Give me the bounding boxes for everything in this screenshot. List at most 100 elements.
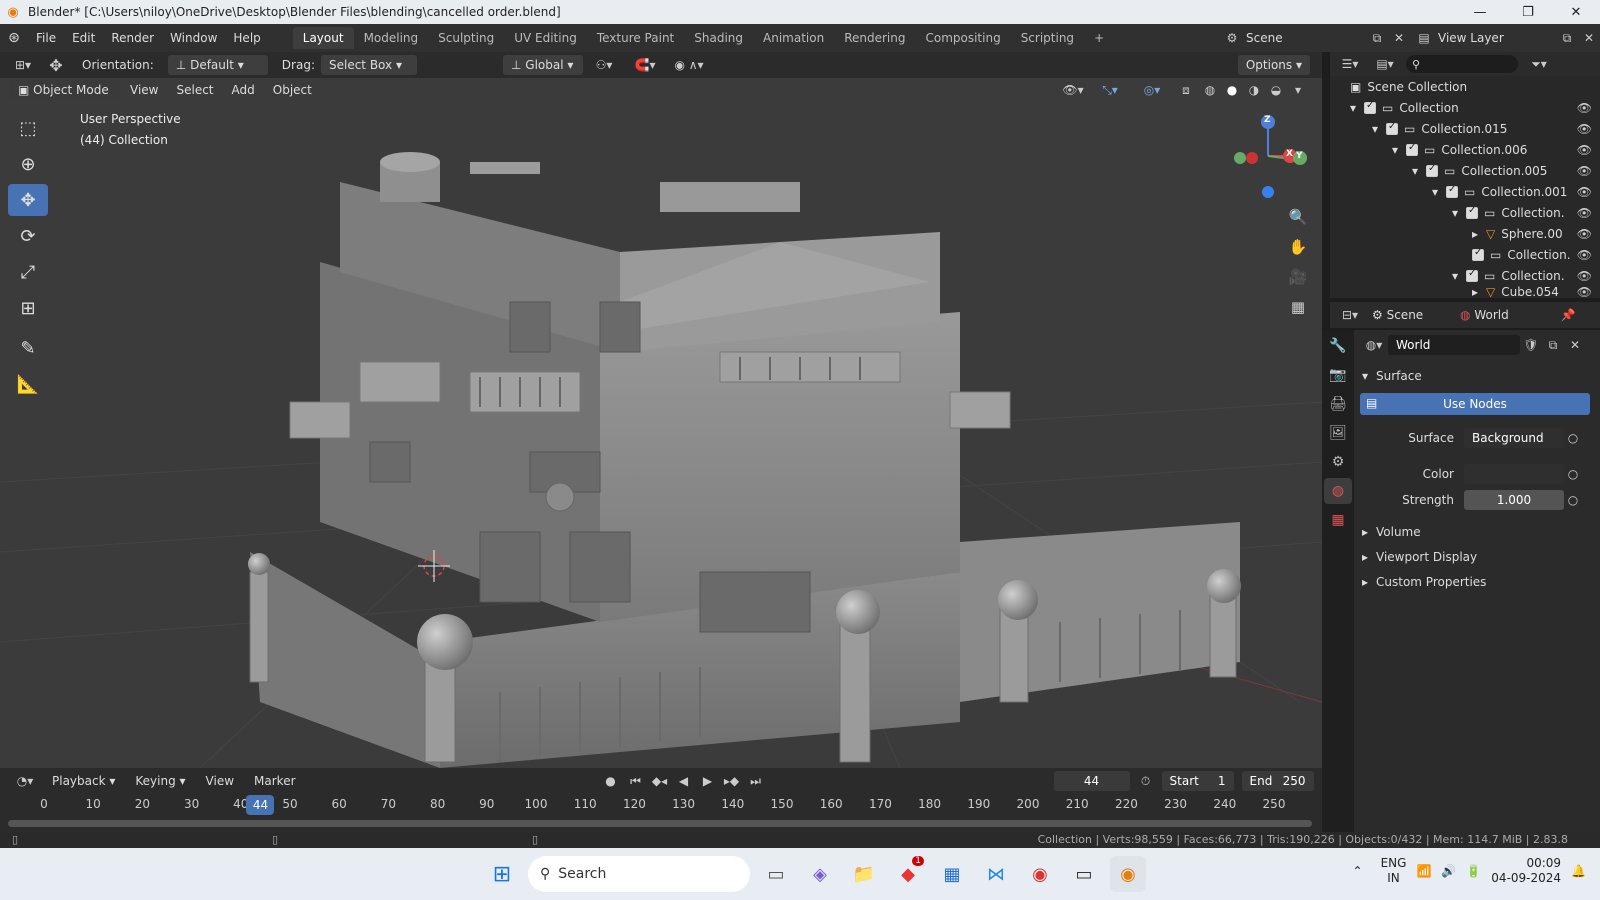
checkbox-icon[interactable] bbox=[1386, 121, 1398, 135]
prev-keyframe-icon[interactable]: ◆◂ bbox=[650, 774, 670, 788]
surface-link-icon[interactable]: ○ bbox=[1564, 431, 1582, 445]
transform-orientation-dropdown[interactable]: ⊥ Global ▾ bbox=[502, 55, 583, 75]
outliner-row[interactable]: ▸ ▽ Sphere.00 👁 bbox=[1330, 223, 1600, 244]
playback-menu[interactable]: Playback ▾ bbox=[44, 767, 123, 795]
filter-icon[interactable]: ⏷▾ bbox=[1524, 57, 1554, 72]
outliner-row[interactable]: ▾▭Collection.006👁 bbox=[1330, 139, 1600, 160]
viewport-menu-object[interactable]: Object bbox=[265, 78, 320, 102]
cursor-tool[interactable]: ⊕ bbox=[8, 148, 48, 180]
next-keyframe-icon[interactable]: ▸◆ bbox=[722, 774, 742, 788]
jump-end-icon[interactable]: ⏭ bbox=[746, 774, 766, 789]
clock[interactable]: 00:09 04-09-2024 bbox=[1491, 856, 1561, 886]
rotate-tool[interactable]: ⟳ bbox=[8, 220, 48, 252]
gizmo-icon[interactable]: ⤡▾ bbox=[1090, 83, 1130, 98]
menu-file[interactable]: File bbox=[28, 24, 64, 52]
checkbox-icon[interactable] bbox=[1472, 247, 1484, 261]
blender-menu-icon[interactable]: ⊛ bbox=[0, 30, 28, 46]
delete-view-layer-icon[interactable]: ✕ bbox=[1578, 31, 1600, 45]
custom-properties-panel-header[interactable]: ▸ Custom Properties bbox=[1354, 570, 1600, 594]
eye-icon[interactable]: 👁 bbox=[1577, 101, 1592, 115]
app-icon[interactable]: ◆ 1 bbox=[890, 856, 926, 892]
eye-icon[interactable]: 👁 bbox=[1577, 143, 1592, 157]
outliner-row[interactable]: ▭ Collection. 👁 bbox=[1330, 244, 1600, 265]
wireframe-shading-icon[interactable]: ◍ bbox=[1200, 83, 1220, 97]
task-view-icon[interactable]: ▭ bbox=[758, 856, 794, 892]
options-dropdown[interactable]: Options ▾ bbox=[1237, 55, 1310, 75]
display-mode-icon[interactable]: ▤▾ bbox=[1370, 57, 1400, 71]
unlink-icon[interactable]: ✕ bbox=[1564, 338, 1586, 352]
outliner-row[interactable]: ▾▭Collection.001👁 bbox=[1330, 181, 1600, 202]
new-view-layer-icon[interactable]: ⧉ bbox=[1556, 31, 1578, 46]
viewport-display-panel-header[interactable]: ▸ Viewport Display bbox=[1354, 545, 1600, 569]
outliner-row[interactable]: ▾▭Collection.005👁 bbox=[1330, 160, 1600, 181]
tab-uv-editing[interactable]: UV Editing bbox=[504, 27, 587, 49]
pan-hand-icon[interactable]: ✋ bbox=[1284, 232, 1312, 262]
scale-tool[interactable]: ⤢ bbox=[8, 256, 48, 288]
tab-compositing[interactable]: Compositing bbox=[915, 27, 1010, 49]
outliner-row[interactable]: ▸ ▽ Cube.054 👁 bbox=[1330, 286, 1600, 298]
select-box-tool[interactable]: ⬚ bbox=[8, 112, 48, 144]
menu-render[interactable]: Render bbox=[103, 24, 162, 52]
delete-scene-icon[interactable]: ✕ bbox=[1388, 31, 1410, 45]
eye-icon[interactable]: 👁 bbox=[1577, 185, 1592, 199]
eye-icon[interactable]: 👁 bbox=[1577, 286, 1592, 298]
timeline-view-menu[interactable]: View bbox=[198, 767, 242, 795]
eye-icon[interactable]: 👁 bbox=[1577, 206, 1592, 220]
scene-name[interactable]: Scene bbox=[1246, 31, 1366, 45]
tab-shading[interactable]: Shading bbox=[684, 27, 753, 49]
eye-icon[interactable]: 👁 bbox=[1577, 269, 1592, 283]
eye-icon[interactable]: 👁 bbox=[1577, 248, 1592, 262]
viewport-menu-add[interactable]: Add bbox=[224, 78, 263, 102]
checkbox-icon[interactable] bbox=[1446, 184, 1458, 198]
use-nodes-button[interactable]: ▤ Use Nodes bbox=[1360, 393, 1590, 415]
viewport-menu-view[interactable]: View bbox=[122, 78, 166, 102]
scene-tab[interactable]: ⚙ Scene bbox=[1372, 308, 1452, 322]
scene-icon[interactable]: ⚙ bbox=[1218, 31, 1246, 45]
render-tab-icon[interactable]: 📷 bbox=[1324, 362, 1352, 388]
checkbox-icon[interactable] bbox=[1426, 163, 1438, 177]
mode-dropdown[interactable]: ▣ Object Mode ▾ bbox=[10, 80, 120, 117]
orientation-dropdown[interactable]: ⊥ Default ▾ bbox=[167, 55, 268, 75]
play-icon[interactable]: ▶ bbox=[698, 774, 718, 788]
outliner-editor-icon[interactable]: ☰▾ bbox=[1336, 57, 1364, 71]
fake-user-icon[interactable]: 🛡 bbox=[1520, 338, 1542, 352]
menu-edit[interactable]: Edit bbox=[64, 24, 103, 52]
scene-tab-icon[interactable]: ⚙ bbox=[1324, 449, 1352, 475]
pin-icon[interactable]: 📌 bbox=[1558, 308, 1578, 322]
duplicate-icon[interactable]: ⧉ bbox=[1542, 338, 1564, 353]
outliner-root[interactable]: ▣ Scene Collection bbox=[1330, 76, 1600, 97]
volume-panel-header[interactable]: ▸ Volume bbox=[1354, 520, 1600, 544]
language-indicator[interactable]: ENG IN bbox=[1381, 856, 1407, 886]
copilot-icon[interactable]: ◈ bbox=[802, 856, 838, 892]
clock-icon[interactable]: ⏱ bbox=[1134, 774, 1158, 789]
keying-menu[interactable]: Keying ▾ bbox=[127, 767, 193, 795]
strength-field[interactable]: 1.000 bbox=[1464, 490, 1564, 510]
checkbox-icon[interactable] bbox=[1406, 142, 1418, 156]
outliner-row[interactable]: ▾▭Collection👁 bbox=[1330, 97, 1600, 118]
close-button[interactable]: ✕ bbox=[1552, 0, 1600, 24]
pivot-icon[interactable]: ⚇▾ bbox=[589, 58, 619, 72]
proportional-edit-icon[interactable]: ◉ ∧▾ bbox=[671, 58, 707, 72]
tab-layout[interactable]: Layout bbox=[292, 27, 354, 49]
rendered-shading-icon[interactable]: ◒ bbox=[1266, 83, 1286, 97]
tool-tab-icon[interactable]: 🔧 bbox=[1324, 333, 1352, 359]
end-frame-field[interactable]: End 250 bbox=[1241, 771, 1314, 791]
tab-scripting[interactable]: Scripting bbox=[1011, 27, 1084, 49]
world-icon[interactable]: ◍▾ bbox=[1360, 338, 1388, 352]
solid-shading-icon[interactable]: ● bbox=[1222, 83, 1242, 97]
timeline-scrollbar[interactable] bbox=[8, 820, 1312, 827]
tab-texture-paint[interactable]: Texture Paint bbox=[587, 27, 684, 49]
color-link-icon[interactable]: ○ bbox=[1564, 467, 1582, 481]
strength-link-icon[interactable]: ○ bbox=[1564, 493, 1582, 507]
outliner-row[interactable]: ▾▭Collection.015👁 bbox=[1330, 118, 1600, 139]
transform-tool[interactable]: ⊞ bbox=[8, 292, 48, 324]
terminal-icon[interactable]: ▭ bbox=[1066, 856, 1102, 892]
viewport-menu-select[interactable]: Select bbox=[168, 78, 221, 102]
move-tool-icon[interactable]: ✥ bbox=[44, 56, 68, 75]
view-layer-tab-icon[interactable]: 🖼 bbox=[1324, 420, 1352, 446]
shading-options-icon[interactable]: ▾ bbox=[1288, 83, 1308, 97]
play-reverse-icon[interactable]: ◀ bbox=[674, 774, 694, 788]
move-tool[interactable]: ✥ bbox=[8, 184, 48, 216]
windows-start-icon[interactable]: ⊞ bbox=[484, 856, 520, 892]
output-tab-icon[interactable]: 🖨 bbox=[1324, 391, 1352, 417]
